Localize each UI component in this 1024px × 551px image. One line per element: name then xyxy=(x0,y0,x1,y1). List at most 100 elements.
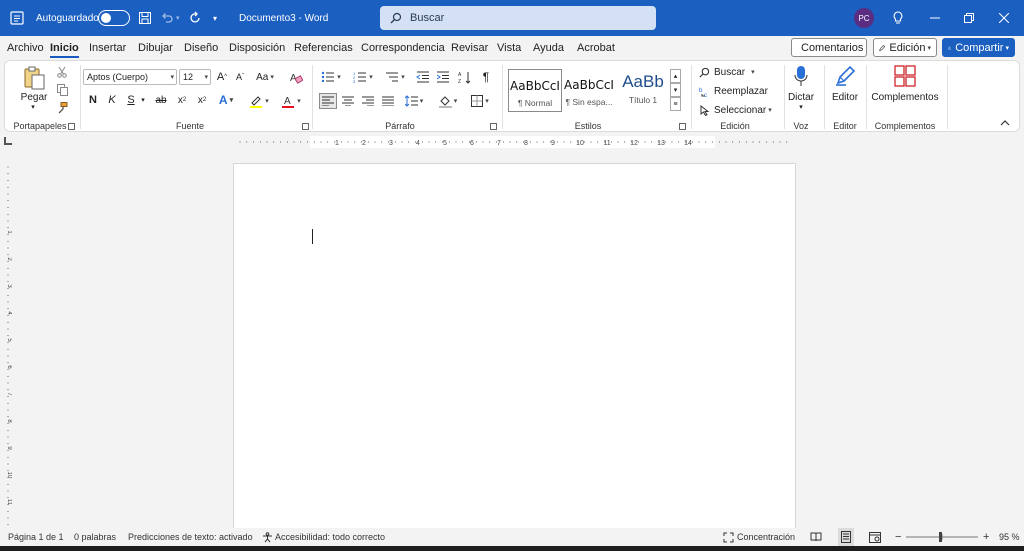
tab-selector-icon[interactable] xyxy=(4,137,12,145)
font-name-combo[interactable]: Aptos (Cuerpo) ▾ xyxy=(83,69,177,85)
styles-launcher-icon[interactable] xyxy=(679,123,686,130)
tab-inicio[interactable]: Inicio xyxy=(50,36,79,60)
strikethrough-button[interactable]: ab xyxy=(153,93,169,107)
zoom-slider-thumb[interactable] xyxy=(939,532,942,542)
save-icon[interactable] xyxy=(138,0,152,36)
accessibility-status[interactable]: Accesibilidad: todo correcto xyxy=(262,528,385,546)
editing-mode-button[interactable]: Edición ▾ xyxy=(873,38,937,57)
style-heading-1[interactable]: AaBb Título 1 xyxy=(616,69,670,112)
paste-dropdown-icon[interactable]: ▾ xyxy=(27,103,39,111)
highlight-button[interactable]: ▾ xyxy=(247,93,271,109)
multilevel-list-button[interactable]: ▾ xyxy=(381,69,409,85)
justify-icon[interactable] xyxy=(379,93,397,109)
paste-icon[interactable] xyxy=(21,65,47,91)
read-mode-icon[interactable] xyxy=(810,528,822,546)
tab-referencias[interactable]: Referencias xyxy=(294,36,353,60)
share-button[interactable]: Compartir ▾ xyxy=(942,38,1015,57)
dictate-dropdown-icon[interactable]: ▾ xyxy=(795,103,807,111)
copy-icon[interactable] xyxy=(55,83,69,97)
page-count[interactable]: Página 1 de 1 xyxy=(8,528,64,546)
align-center-icon[interactable] xyxy=(339,93,357,109)
line-spacing-button[interactable]: ▾ xyxy=(401,93,427,109)
zoom-out-icon[interactable]: − xyxy=(895,528,901,546)
editor-icon[interactable] xyxy=(833,64,857,88)
close-icon[interactable] xyxy=(999,0,1009,36)
account-avatar[interactable]: PC xyxy=(854,0,874,36)
numbering-button[interactable]: 1 2 3 ▾ xyxy=(349,69,377,85)
tab-ayuda[interactable]: Ayuda xyxy=(533,36,564,60)
word-count[interactable]: 0 palabras xyxy=(74,528,116,546)
sort-icon[interactable]: AZ xyxy=(457,69,473,85)
bold-button[interactable]: N xyxy=(87,93,99,107)
zoom-level[interactable]: 95 % xyxy=(999,528,1020,546)
underline-button[interactable]: S xyxy=(125,93,137,107)
collapse-ribbon-icon[interactable] xyxy=(999,117,1011,129)
format-painter-icon[interactable] xyxy=(55,101,69,115)
change-case-button[interactable]: Aa ▾ xyxy=(255,69,275,85)
style-no-spacing[interactable]: AaBbCcI ¶ Sin espa... xyxy=(562,69,616,112)
subscript-button[interactable]: x2 xyxy=(175,93,189,107)
lightbulb-icon[interactable] xyxy=(892,0,904,36)
addins-icon[interactable] xyxy=(893,64,917,88)
styles-scroll-up-icon[interactable]: ▴ xyxy=(670,69,681,83)
tab-vista[interactable]: Vista xyxy=(497,36,521,60)
web-layout-icon[interactable] xyxy=(869,528,881,546)
italic-button[interactable]: K xyxy=(106,93,118,107)
text-effects-button[interactable]: A ▾ xyxy=(215,93,237,107)
borders-button[interactable]: ▾ xyxy=(467,93,493,109)
vertical-ruler[interactable]: 1234567891011 xyxy=(4,165,12,530)
styles-scroll-down-icon[interactable]: ▾ xyxy=(670,83,681,97)
styles-more-icon[interactable]: ≡ xyxy=(670,97,681,111)
horizontal-ruler[interactable]: 1 2 3 4 5 6 7 8 9 10 11 12 13 14 xyxy=(232,136,796,148)
align-right-icon[interactable] xyxy=(359,93,377,109)
font-color-button[interactable]: A ▾ xyxy=(279,93,303,109)
tab-acrobat[interactable]: Acrobat xyxy=(577,36,615,60)
search-box[interactable]: Buscar xyxy=(380,6,656,30)
bullets-button[interactable]: ▾ xyxy=(317,69,345,85)
font-size-combo[interactable]: 12 ▾ xyxy=(179,69,211,85)
underline-dropdown-icon[interactable]: ▾ xyxy=(139,93,147,107)
shrink-font-icon[interactable]: Aˇ xyxy=(233,69,247,85)
tab-revisar[interactable]: Revisar xyxy=(451,36,488,60)
grow-font-icon[interactable]: A ^ xyxy=(215,69,229,85)
style-normal[interactable]: AaBbCcI ¶ Normal xyxy=(508,69,562,112)
tab-correspondencia[interactable]: Correspondencia xyxy=(361,36,445,60)
redo-icon[interactable] xyxy=(188,0,202,36)
clear-formatting-icon[interactable]: A xyxy=(289,69,303,85)
show-formatting-marks-icon[interactable]: ¶ xyxy=(479,69,493,85)
document-page[interactable] xyxy=(233,163,796,533)
select-button[interactable]: Seleccionar ▾ xyxy=(699,103,775,117)
align-left-button[interactable] xyxy=(319,93,337,109)
undo-icon[interactable] xyxy=(160,0,174,36)
minimize-icon[interactable] xyxy=(930,0,940,36)
editor-label[interactable]: Editor xyxy=(827,91,863,103)
word-app-icon[interactable] xyxy=(10,0,24,36)
zoom-slider[interactable] xyxy=(906,528,978,546)
find-button[interactable]: Buscar ▾ xyxy=(699,65,769,79)
tab-disposicion[interactable]: Disposición xyxy=(229,36,285,60)
decrease-indent-icon[interactable] xyxy=(415,69,431,85)
customize-toolbar-icon[interactable]: ▾ xyxy=(213,0,217,36)
paragraph-launcher-icon[interactable] xyxy=(490,123,497,130)
tab-insertar[interactable]: Insertar xyxy=(89,36,126,60)
autosave-toggle[interactable] xyxy=(98,0,130,36)
clipboard-launcher-icon[interactable] xyxy=(68,123,75,130)
paste-label[interactable]: Pegar xyxy=(17,91,51,103)
cut-icon[interactable] xyxy=(55,65,69,79)
tab-archivo[interactable]: Archivo xyxy=(7,36,44,60)
undo-dropdown-icon[interactable]: ▾ xyxy=(176,0,180,36)
tab-dibujar[interactable]: Dibujar xyxy=(138,36,173,60)
text-predictions-status[interactable]: Predicciones de texto: activado xyxy=(128,528,253,546)
focus-mode-button[interactable]: Concentración xyxy=(723,528,795,546)
increase-indent-icon[interactable] xyxy=(435,69,451,85)
restore-icon[interactable] xyxy=(964,0,974,36)
zoom-in-icon[interactable]: + xyxy=(983,528,989,546)
print-layout-icon[interactable] xyxy=(838,528,854,546)
dictate-label[interactable]: Dictar xyxy=(787,91,815,103)
superscript-button[interactable]: x2 xyxy=(195,93,209,107)
tab-diseno[interactable]: Diseño xyxy=(184,36,218,60)
comments-button[interactable]: Comentarios xyxy=(791,38,867,57)
addins-label[interactable]: Complementos xyxy=(867,91,943,103)
replace-button[interactable]: bc Reemplazar xyxy=(699,84,773,98)
shading-button[interactable]: ▾ xyxy=(435,93,461,109)
